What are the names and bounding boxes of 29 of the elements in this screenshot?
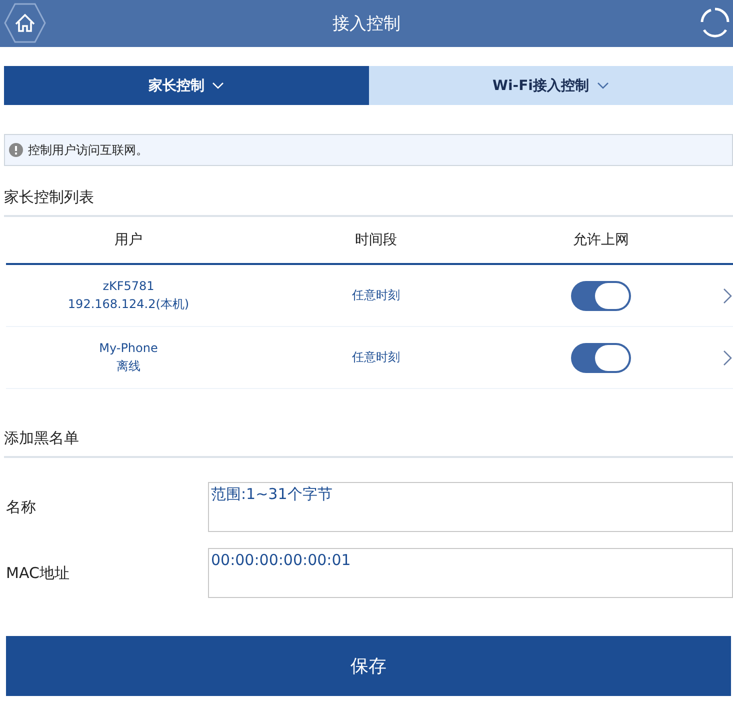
time-period: 任意时刻 <box>351 349 401 366</box>
device-detail: 离线 <box>116 358 140 374</box>
input-field[interactable]: 范围:1~31个字节 <box>208 482 733 532</box>
column-header: 时间段 <box>354 231 398 249</box>
save-button[interactable]: 保存 <box>6 636 731 696</box>
toggle-switch[interactable] <box>571 342 631 372</box>
info-icon <box>9 143 23 157</box>
tab[interactable]: 家长控制 <box>4 66 368 105</box>
chevron-right-icon[interactable] <box>723 288 733 304</box>
tab[interactable]: Wi-Fi接入控制 <box>368 66 733 105</box>
device-name: zKF5781 <box>102 278 154 292</box>
refresh-icon[interactable] <box>699 6 731 38</box>
notice-text: 控制用户访问互联网。 <box>28 142 148 158</box>
chevron-down-icon <box>212 82 224 89</box>
field-label: MAC地址 <box>6 564 70 582</box>
section-title: 家长控制列表 <box>4 188 733 217</box>
chevron-right-icon[interactable] <box>723 350 733 366</box>
chevron-down-icon <box>596 82 609 89</box>
column-header: 用户 <box>114 231 144 249</box>
section-title: 添加黑名单 <box>4 429 733 458</box>
field-label: 名称 <box>6 498 37 516</box>
page-title: 接入控制 <box>332 13 400 35</box>
device-detail: 192.168.124.2(本机) <box>68 296 190 312</box>
toggle-switch[interactable] <box>571 280 631 310</box>
device-name: My-Phone <box>99 340 158 354</box>
home-icon[interactable] <box>4 3 46 43</box>
time-period: 任意时刻 <box>351 287 401 304</box>
column-header: 允许上网 <box>572 231 630 249</box>
input-field[interactable]: 00:00:00:00:00:01 <box>208 548 733 598</box>
